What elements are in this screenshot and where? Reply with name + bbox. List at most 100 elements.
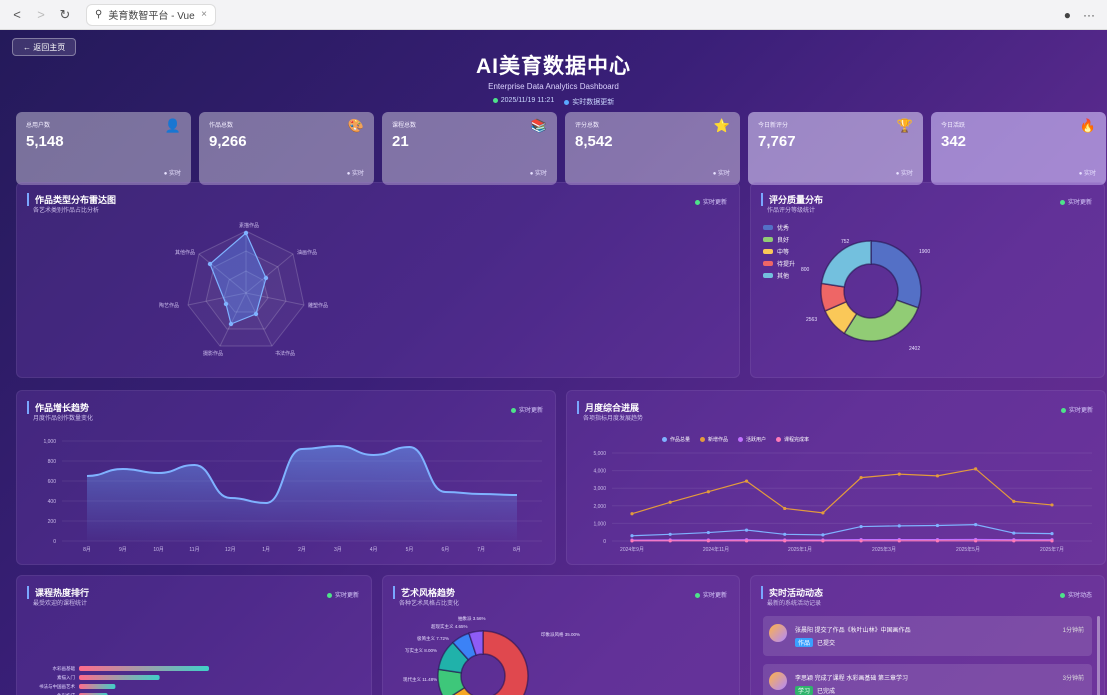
slice-label: 写实主义 8.00% [405, 647, 437, 654]
stat-note: ● 实时 [712, 171, 730, 177]
data-point[interactable] [859, 524, 863, 529]
radar-point [243, 230, 249, 236]
data-point[interactable] [897, 539, 901, 543]
data-point[interactable] [821, 539, 825, 543]
browser-toolbar: < > ↻ ⚲ 美育数智平台 - Vue × ● ··· [0, 0, 1107, 30]
data-point[interactable] [668, 539, 672, 543]
slice-label: 极简主义 7.72% [417, 635, 449, 642]
stat-value: 21 [392, 133, 409, 150]
reload-icon[interactable]: ↻ [58, 7, 72, 23]
donut-slice[interactable] [820, 240, 872, 288]
x-tick-label: 2024年9月 [620, 546, 644, 553]
growth-line-chart: 1,000 800 600 400 200 0 8月 9月 10月 11月 12月 1月 2月 3月 4月 5… [43, 439, 542, 553]
data-point[interactable] [630, 539, 634, 543]
slice-label: 800 [801, 267, 810, 273]
activity-item[interactable]: 张晨阳 提交了作品《秋叶山林》中国画作品 作品 已提交 1分钟前 [763, 616, 1092, 656]
y-tick-label: 1,000 [43, 439, 56, 445]
data-point[interactable] [783, 532, 787, 536]
activity-text: 李思颖 完成了课程 水彩画基础 第三章学习 [795, 676, 909, 682]
radar-label: 素描作品 [239, 222, 259, 229]
data-point[interactable] [821, 533, 825, 537]
bar[interactable] [79, 666, 209, 671]
activity-type-badge: 作品 [795, 638, 814, 647]
data-point[interactable] [1012, 531, 1016, 535]
y-tick-label: 3,000 [593, 486, 606, 492]
browser-tab[interactable]: ⚲ 美育数智平台 - Vue × [86, 3, 216, 26]
monthly-panel: 月度综合进展 各项指标月度发展趋势 实时更新 作品总量 新增作品 活跃用户 课程… [566, 390, 1106, 565]
more-icon[interactable]: ··· [1083, 8, 1095, 22]
activity-status: 已完成 [817, 689, 836, 695]
data-point[interactable] [744, 528, 749, 532]
avatar [769, 624, 787, 642]
tab-icon: ⚲ [95, 9, 103, 20]
donut-slice[interactable] [482, 630, 529, 695]
donut-slice[interactable] [843, 299, 920, 342]
y-tick-label: 800 [48, 459, 57, 465]
slice-label: 抽象派 3.56% [458, 615, 486, 622]
x-tick-label: 12月 [225, 547, 236, 553]
data-point[interactable] [935, 539, 940, 543]
y-tick-label: 1,000 [593, 521, 606, 527]
course-bar-chart: 水彩画基础素描入门书法与中国画艺术色彩构成AI绘画摄影技巧中国传统文化美育 [39, 665, 209, 695]
data-point[interactable] [630, 534, 634, 538]
radar-point [207, 261, 213, 267]
bar[interactable] [79, 675, 160, 680]
bar-label: 书法与中国画艺术 [39, 683, 75, 690]
x-tick-label: 2025年7月 [1040, 546, 1064, 553]
data-point[interactable] [1050, 503, 1054, 507]
profile-icon[interactable]: ● [1064, 8, 1071, 22]
data-point[interactable] [668, 532, 672, 536]
data-point[interactable] [974, 523, 978, 527]
radar-panel: 作品类型分布雷达图 各艺术类别作品占比分析 实时更新 素描作品 油画作品 雕塑作… [16, 182, 740, 378]
stat-note: ● 实时 [1078, 171, 1096, 177]
data-point[interactable] [630, 512, 634, 516]
timestamp: 2025/11/19 11:21 [492, 97, 554, 107]
radar-label: 书法作品 [275, 350, 295, 357]
data-point[interactable] [859, 539, 863, 543]
data-point[interactable] [897, 524, 901, 528]
data-point[interactable] [668, 500, 672, 504]
stat-label: 今日活跃 [941, 123, 966, 129]
stat-value: 8,542 [575, 133, 613, 150]
data-point[interactable] [706, 490, 710, 494]
tab-close-icon[interactable]: × [201, 9, 207, 20]
x-tick-label: 3月 [334, 547, 342, 553]
data-point[interactable] [821, 511, 825, 515]
activity-panel: 实时活动动态 最新的系统活动记录 实时动态 张晨阳 提交了作品《秋叶山林》中国画… [750, 575, 1105, 695]
slice-label: 1900 [919, 249, 930, 255]
style-donut-chart: 印象派风格 35.00% 现代主义 11.48% 写实主义 8.00% 极简主义… [403, 615, 580, 695]
fire-icon: 🔥 [1079, 118, 1096, 133]
x-tick-label: 4月 [370, 547, 378, 553]
data-point[interactable] [1012, 539, 1016, 543]
stat-value: 9,266 [209, 133, 247, 150]
back-icon[interactable]: < [10, 7, 24, 23]
bar[interactable] [79, 684, 116, 689]
donut-slice[interactable] [870, 240, 922, 309]
scrollbar[interactable] [1097, 616, 1100, 695]
data-point[interactable] [897, 472, 901, 476]
stat-label: 总用户数 [26, 123, 51, 129]
x-tick-label: 8月 [513, 547, 521, 553]
tab-title: 美育数智平台 - Vue [108, 11, 195, 22]
data-point[interactable] [859, 476, 863, 480]
data-point[interactable] [706, 539, 710, 543]
stat-card: 作品总数 9,266 🎨 ● 实时 [199, 112, 374, 185]
data-point[interactable] [1050, 532, 1054, 536]
data-point[interactable] [1012, 499, 1016, 503]
forward-icon[interactable]: > [34, 7, 48, 23]
activity-item[interactable]: 李思颖 完成了课程 水彩画基础 第三章学习 学习 已完成 3分钟前 [763, 664, 1092, 695]
data-point[interactable] [744, 539, 749, 543]
growth-panel: 作品增长趋势 月度作品创作数量变化 实时更新 1,000 800 600 400 200… [16, 390, 556, 565]
data-point[interactable] [935, 523, 940, 528]
data-point[interactable] [935, 474, 940, 478]
data-point[interactable] [783, 506, 787, 511]
data-point[interactable] [783, 539, 787, 543]
panel-tag: 实时动态 [1059, 590, 1092, 599]
data-point[interactable] [974, 467, 978, 471]
data-point[interactable] [974, 539, 978, 543]
data-point[interactable] [706, 530, 710, 535]
stat-card: 课程总数 21 📚 ● 实时 [382, 112, 557, 185]
data-point[interactable] [744, 479, 749, 483]
activity-time: 1分钟前 [1062, 628, 1084, 634]
data-point[interactable] [1050, 539, 1054, 543]
